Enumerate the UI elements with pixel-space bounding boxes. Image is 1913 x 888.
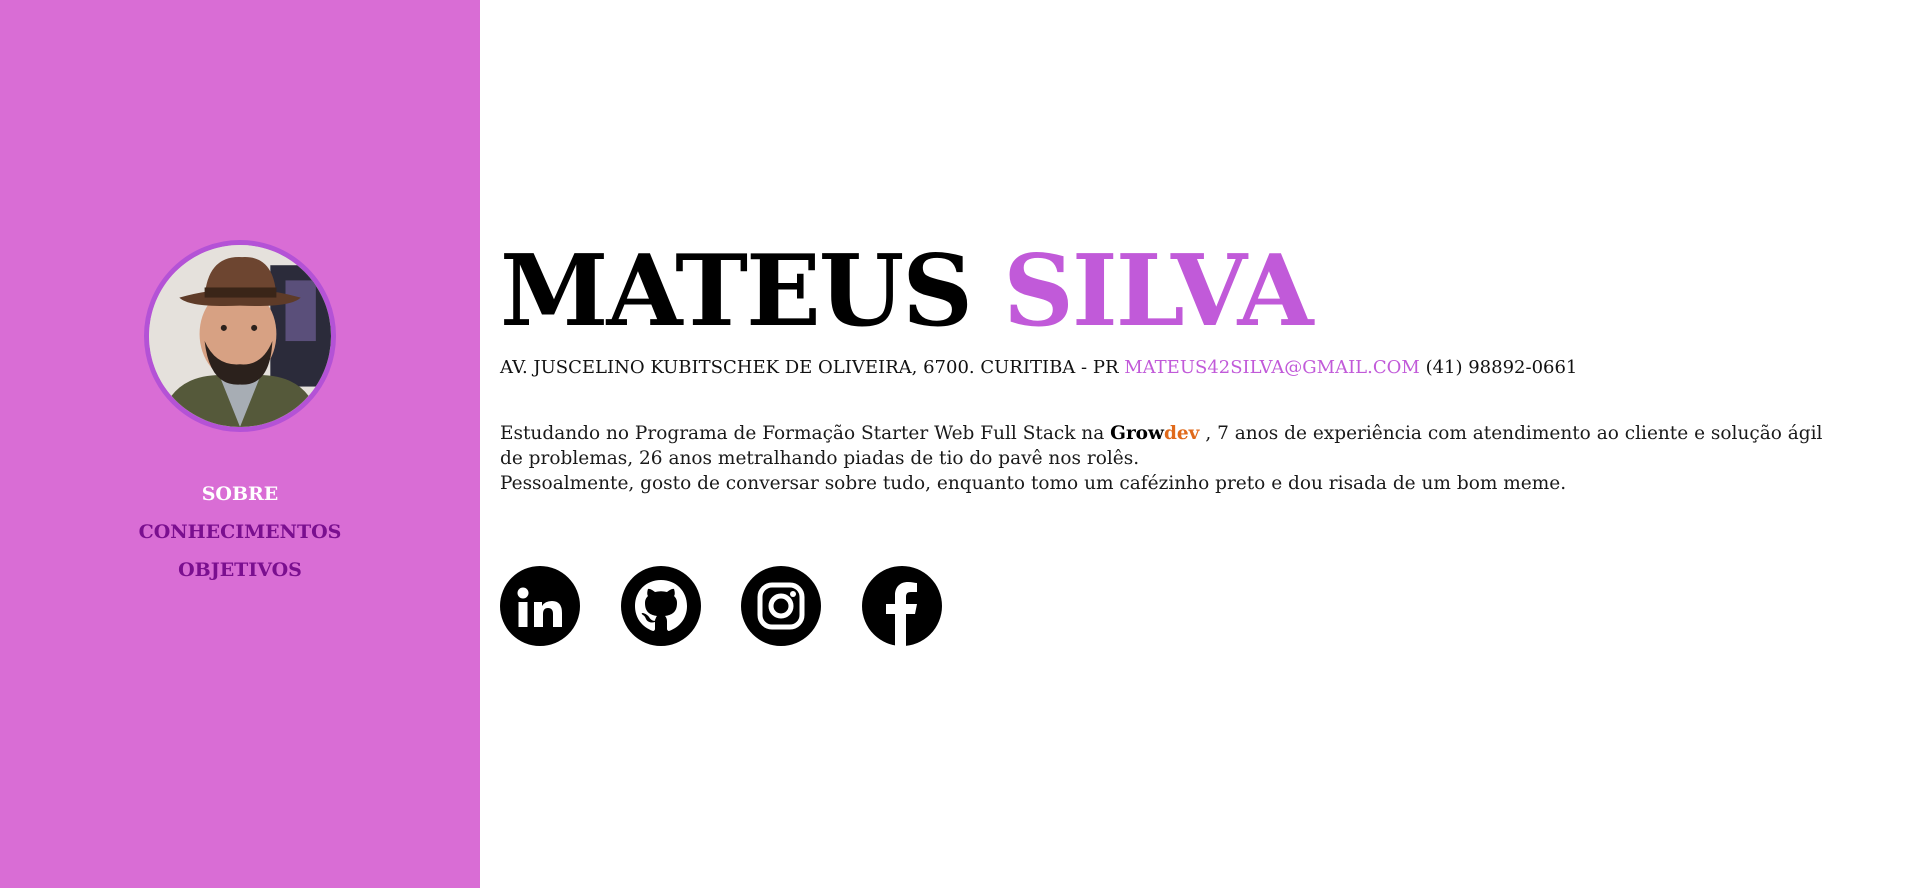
linkedin-link[interactable] <box>500 566 580 646</box>
instagram-link[interactable] <box>741 566 821 646</box>
facebook-link[interactable] <box>862 566 942 646</box>
profile-photo <box>149 245 331 427</box>
last-name: SILVA <box>1003 234 1313 349</box>
brand-grow: Grow <box>1110 423 1164 444</box>
nav-item-objetivos[interactable]: OBJETIVOS <box>0 551 480 589</box>
about-paragraph: Estudando no Programa de Formação Starte… <box>500 421 1830 471</box>
linkedin-icon <box>517 587 562 627</box>
avatar <box>144 240 336 432</box>
github-icon <box>635 580 687 631</box>
github-link[interactable] <box>621 566 701 646</box>
page-title: MATEUS SILVA <box>500 232 1314 352</box>
contact-line: AV. JUSCELINO KUBITSCHEK DE OLIVEIRA, 67… <box>500 356 1577 380</box>
about-section: Estudando no Programa de Formação Starte… <box>500 421 1830 496</box>
address: AV. JUSCELINO KUBITSCHEK DE OLIVEIRA, 67… <box>500 357 1119 378</box>
about-text-start: Estudando no Programa de Formação Starte… <box>500 423 1105 444</box>
facebook-icon <box>886 582 917 646</box>
phone: (41) 98892-0661 <box>1425 357 1578 378</box>
nav-item-conhecimentos[interactable]: CONHECIMENTOS <box>0 513 480 551</box>
first-name: MATEUS <box>500 234 973 349</box>
email-link[interactable]: MATEUS42SILVA@GMAIL.COM <box>1124 357 1420 378</box>
instagram-icon <box>757 582 805 630</box>
nav-item-sobre[interactable]: SOBRE <box>0 475 480 513</box>
about-personal: Pessoalmente, gosto de conversar sobre t… <box>500 473 1567 494</box>
brand-dev: dev <box>1163 423 1200 444</box>
sidebar: SOBRE CONHECIMENTOS OBJETIVOS <box>0 0 480 888</box>
sidebar-nav: SOBRE CONHECIMENTOS OBJETIVOS <box>0 475 480 589</box>
